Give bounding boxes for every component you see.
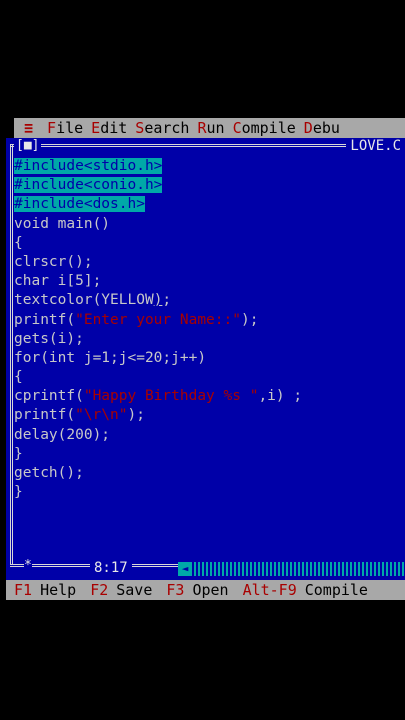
menu-edit-label: dit [100,119,128,137]
code-line-17: getch(); [14,465,84,481]
cursor-position: 8:17 [90,560,132,576]
code-text: textcolor(YELLOW [14,292,154,309]
code-line-4: void main() [14,215,111,232]
menu-run[interactable]: Run [197,119,232,137]
code-line-10: gets(i); [14,330,84,347]
menu-debug-label: ebu [312,119,340,137]
menu-file-hotkey: F [47,119,57,137]
code-line-9: printf("Enter your Name::"); [14,311,302,330]
modified-indicator: * [24,558,32,573]
compile-label[interactable]: Compile [297,581,374,599]
code-line-1: #include<stdio.h> [14,157,302,176]
selected-text: #include<stdio.h> [14,158,163,174]
code-line-14: printf("\r\n"); [14,406,302,425]
menu-search-label: earch [144,119,190,137]
menu-bar: ≡ File Edit Search Run Compile Debu [14,118,405,138]
close-window-button[interactable]: [■] [14,138,42,153]
code-text: ; [162,292,172,309]
code-line-18: } [14,484,23,501]
selected-text: #include<dos.h> [14,196,145,213]
save-key[interactable]: F2 [82,581,108,599]
code-line-12: { [14,369,23,386]
code-line-8: textcolor(YELLOW); [14,291,302,310]
open-key[interactable]: F3 [158,581,184,599]
turbo-c-ide: ≡ File Edit Search Run Compile Debu [■] … [0,118,405,600]
code-text: printf( [14,407,76,424]
editor-window[interactable]: [■] LOVE.C #include<stdio.h> #include<co… [6,138,405,584]
code-line-16: } [14,445,23,462]
string-literal: "Happy Birthday %s " [83,388,259,405]
menu-search-hotkey: S [135,119,145,137]
help-label[interactable]: Help [32,581,82,599]
menu-edit-hotkey: E [91,119,101,137]
code-line-11: for(int j=1;j<=20;j++) [14,349,207,366]
menu-run-label: un [206,119,225,137]
menu-debug[interactable]: Debu [304,119,348,137]
menu-compile-hotkey: C [232,119,242,137]
code-line-6: clrscr(); [14,253,93,270]
system-menu-icon[interactable]: ≡ [14,119,47,137]
menu-compile[interactable]: Compile [233,119,304,137]
string-literal: "\r\n" [75,407,128,424]
code-text: ); [240,311,259,328]
code-line-15: delay(200); [14,426,111,443]
code-text: cprintf( [14,388,84,405]
menu-compile-label: ompile [241,119,296,137]
code-line-7: char i[5]; [14,273,102,290]
menu-file[interactable]: File [47,119,91,137]
code-text: ,i) ; [258,388,303,405]
menu-search[interactable]: Search [135,119,197,137]
code-text: printf( [14,311,76,328]
menu-run-hotkey: R [197,119,207,137]
help-key[interactable]: F1 [6,581,32,599]
string-literal: "Enter your Name::" [75,311,241,328]
menu-edit[interactable]: Edit [91,119,135,137]
scroll-left-arrow-icon[interactable]: ◄ [178,562,192,576]
code-line-2: #include<conio.h> [14,176,302,195]
file-name: LOVE.C [346,138,405,154]
code-line-5: { [14,234,23,251]
status-line: * 8:17 ◄ [6,558,405,578]
menu-file-label: ile [56,119,84,137]
menu-debug-hotkey: D [303,119,313,137]
code-line-3: #include<dos.h> [14,195,302,214]
save-label[interactable]: Save [108,581,158,599]
code-line-13: cprintf("Happy Birthday %s ",i) ; [14,387,302,406]
code-text: ); [127,407,145,424]
horizontal-scrollbar[interactable] [178,562,405,576]
window-frame-left [10,144,13,564]
open-label[interactable]: Open [184,581,234,599]
function-key-bar: F1 Help F2 Save F3 Open Alt-F9 Compile [6,580,405,600]
code-area[interactable]: #include<stdio.h> #include<conio.h> #inc… [14,157,302,502]
compile-key[interactable]: Alt-F9 [235,581,297,599]
selected-text: #include<conio.h> [14,177,163,194]
